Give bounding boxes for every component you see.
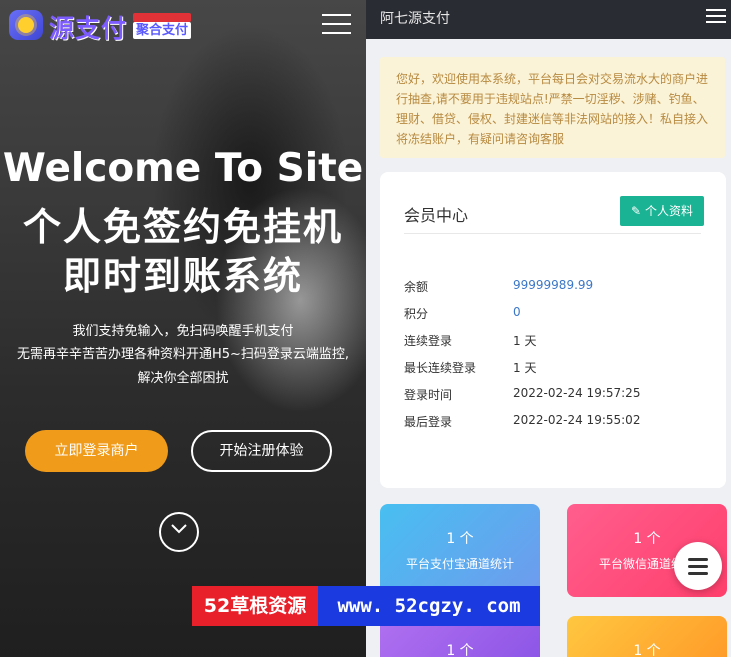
hero-title-line2: 个人免签约免挂机 xyxy=(22,205,343,249)
top-bar: 阿七源支付 xyxy=(366,0,731,39)
hero-title-en: Welcome To Site xyxy=(2,146,364,191)
menu-icon[interactable] xyxy=(706,9,726,23)
watermark-banner: 52草根资源 www. 52cgzy. com xyxy=(192,586,540,626)
scroll-down-button[interactable] xyxy=(159,512,199,552)
watermark-blue: www. 52cgzy. com xyxy=(318,586,540,626)
info-row-balance: 余额 99999989.99 xyxy=(404,278,704,298)
stat-label: 平台支付宝通道统计 xyxy=(405,557,514,571)
stat-card-alipay[interactable]: 1 个 平台支付宝通道统计 xyxy=(380,504,540,597)
stat-count: 1 个 xyxy=(446,531,474,547)
stat-count: 1 个 xyxy=(446,643,474,657)
stat-count: 1 个 xyxy=(633,643,661,657)
row-value: 1 天 xyxy=(513,361,537,375)
divider xyxy=(404,233,701,234)
row-label: 最长连续登录 xyxy=(404,361,477,375)
hero-title-line3: 即时到账系统 xyxy=(62,254,303,298)
logo-icon xyxy=(9,10,43,40)
row-label: 余额 xyxy=(404,280,429,294)
row-label: 登录时间 xyxy=(404,388,453,402)
row-label: 积分 xyxy=(404,307,429,321)
info-row-last-login: 最后登录 2022-02-24 19:55:02 xyxy=(404,413,704,433)
profile-button[interactable]: ✎ 个人资料 xyxy=(620,196,704,226)
chevron-down-icon xyxy=(171,524,187,534)
balance-value[interactable]: 99999989.99 xyxy=(513,278,593,292)
info-row-points: 积分 0 xyxy=(404,305,704,325)
profile-button-label: 个人资料 xyxy=(644,204,693,218)
row-label: 连续登录 xyxy=(404,334,453,348)
info-row-login-time: 登录时间 2022-02-24 19:57:25 xyxy=(404,386,704,406)
watermark-red: 52草根资源 xyxy=(192,586,318,626)
member-center-title: 会员中心 xyxy=(404,206,469,225)
brand-name: 源支付 xyxy=(49,14,128,43)
hero-subtitle-line1: 我们支持免输入，免扫码唤醒手机支付 xyxy=(72,324,294,339)
landing-panel: 源支付 聚合支付 Welcome To Site 个人免签约免挂机 即时到账系统… xyxy=(0,0,366,657)
logo-badge-stripe xyxy=(133,13,191,22)
notice-banner: 您好，欢迎使用本系统，平台每日会对交易流水大的商户进行抽查,请不要用于违规站点!… xyxy=(380,57,725,158)
floating-menu-button[interactable] xyxy=(674,542,722,590)
info-row-longest-streak: 最长连续登录 1 天 xyxy=(404,359,704,379)
brand-badge: 聚合支付 xyxy=(133,22,192,39)
row-value: 2022-02-24 19:57:25 xyxy=(513,386,641,400)
row-value: 2022-02-24 19:55:02 xyxy=(513,413,641,427)
menu-icon[interactable] xyxy=(322,14,351,36)
member-center-card: 会员中心 ✎ 个人资料 余额 99999989.99 积分 0 连续登录 1 天… xyxy=(380,172,726,488)
points-value[interactable]: 0 xyxy=(513,305,521,319)
hero-subtitle-line2: 无需再辛辛苦苦办理各种资料开通H5~扫码登录云端监控, xyxy=(16,347,350,362)
register-button[interactable]: 开始注册体验 xyxy=(191,430,332,472)
row-value: 1 天 xyxy=(513,334,537,348)
hero-subtitle-line3: 解决你全部困扰 xyxy=(137,371,229,386)
site-title: 阿七源支付 xyxy=(380,11,450,27)
stat-card[interactable]: 1 个 xyxy=(567,616,727,657)
row-label: 最后登录 xyxy=(404,415,453,429)
login-merchant-button[interactable]: 立即登录商户 xyxy=(25,430,168,472)
pencil-icon: ✎ xyxy=(631,204,642,218)
info-row-streak: 连续登录 1 天 xyxy=(404,332,704,352)
